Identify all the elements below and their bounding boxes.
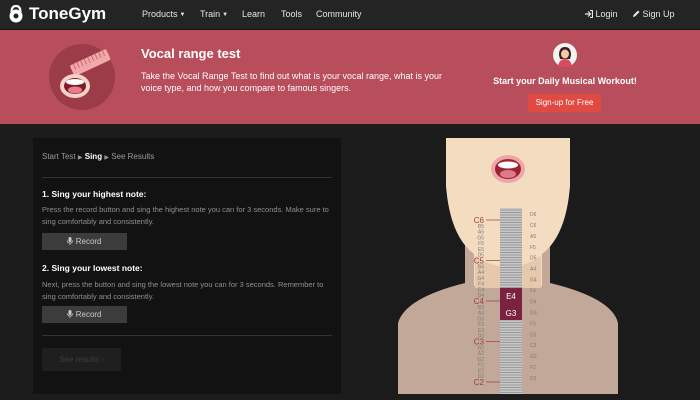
nav-train[interactable]: Train ▼ <box>200 9 228 19</box>
chevron-right-icon: ▶ <box>104 155 109 161</box>
record-label: Record <box>75 237 102 246</box>
note-label-right: D6 <box>530 212 537 218</box>
banner-title: Vocal range test <box>141 46 241 61</box>
vocal-figure-illustration: E4 G3 C6B5A5G5F5E5D5C5B4A4G4F4E4D4C4B3A3… <box>398 138 618 394</box>
singer-avatar-icon <box>553 43 577 67</box>
step2-title: 2. Sing your lowest note: <box>42 263 143 273</box>
see-results-button[interactable]: See results › <box>42 348 121 371</box>
note-label-right: D3 <box>530 332 537 338</box>
chevron-down-icon: ▼ <box>222 12 229 18</box>
promo-banner: Vocal range test Take the Vocal Range Te… <box>0 30 700 124</box>
note-label-right: F2 <box>530 365 536 371</box>
crumb-start-test[interactable]: Start Test <box>42 152 76 161</box>
note-label-right: D2 <box>530 376 537 382</box>
microphone-icon <box>67 237 74 245</box>
divider <box>42 177 332 178</box>
pencil-icon <box>633 10 640 17</box>
note-label-right: F4 <box>530 289 536 295</box>
note-label-right: F3 <box>530 321 536 327</box>
chevron-right-icon: ▶ <box>77 155 83 161</box>
note-label-left: C2 <box>474 378 485 387</box>
cta-text: Start your Daily Musical Workout! <box>493 76 637 86</box>
login-link[interactable]: Login <box>584 9 618 19</box>
note-label-right: D5 <box>530 256 537 262</box>
banner-description: Take the Vocal Range Test to find out wh… <box>141 71 443 93</box>
login-label: Login <box>595 9 618 19</box>
step1-instructions: Press the record button and sing the hig… <box>42 205 329 226</box>
record-label: Record <box>75 310 102 319</box>
signup-link[interactable]: Sign Up <box>632 9 675 19</box>
brand-name: ToneGym <box>29 4 107 23</box>
note-label-right: G4 <box>530 278 537 284</box>
signup-free-button[interactable]: Sign-up for Free <box>528 94 601 112</box>
crumb-sing: Sing <box>84 152 103 161</box>
nav-learn[interactable]: Learn <box>242 9 265 19</box>
singing-mouth-icon <box>49 44 115 110</box>
login-icon <box>585 9 594 19</box>
kettlebell-icon <box>9 5 23 23</box>
note-label-right: D4 <box>530 299 537 305</box>
note-label-right: G3 <box>530 310 537 316</box>
nav-products-label: Products <box>142 9 178 19</box>
top-navbar: ToneGym Products ▼ Train ▼ Learn Tools Com… <box>0 0 700 30</box>
step2-instructions: Next, press the button and sing the lowe… <box>42 280 324 301</box>
nav-train-label: Train <box>200 9 221 19</box>
mouth-icon <box>491 155 525 183</box>
nav-products[interactable]: Products ▼ <box>142 9 185 19</box>
note-label-right: C3 <box>530 343 537 349</box>
note-label-right: C6 <box>530 223 537 229</box>
nav-community[interactable]: Community <box>316 9 362 19</box>
record-lowest-button[interactable]: Record <box>42 306 127 323</box>
signup-label: Sign Up <box>642 9 675 19</box>
note-label-right: F5 <box>530 245 536 251</box>
crumb-see-results: See Results <box>111 152 155 161</box>
see-results-label: See results <box>59 355 100 364</box>
chevron-down-icon: ▼ <box>179 12 186 18</box>
highlight-low-note: G3 <box>506 309 517 318</box>
breadcrumb: Start Test ▶ Sing ▶ See Results <box>42 152 154 161</box>
note-label-right: A4 <box>530 267 536 273</box>
highlight-high-note: E4 <box>506 292 516 301</box>
divider <box>42 335 332 336</box>
chevron-right-icon: › <box>101 357 104 364</box>
step1-title: 1. Sing your highest note: <box>42 189 147 199</box>
microphone-icon <box>67 310 74 318</box>
record-highest-button[interactable]: Record <box>42 233 127 250</box>
note-label-right: A5 <box>530 234 536 240</box>
nav-tools[interactable]: Tools <box>281 9 302 19</box>
brand-logo[interactable]: ToneGym <box>8 4 106 24</box>
note-label-right: G2 <box>530 354 537 360</box>
